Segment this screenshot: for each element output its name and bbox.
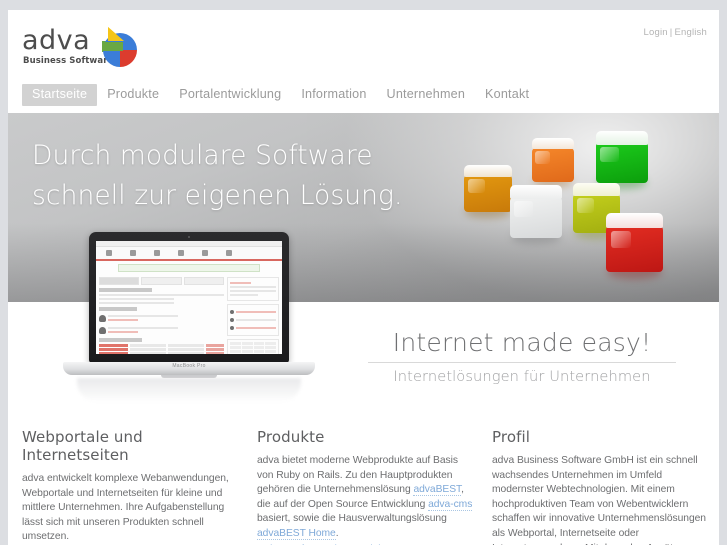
cube-orange — [532, 138, 574, 188]
cube-red — [606, 213, 663, 280]
column-body: adva bietet moderne Webprodukte auf Basi… — [257, 454, 475, 545]
cube-green — [596, 131, 648, 190]
nav-item-unternehmen[interactable]: Unternehmen — [377, 84, 476, 106]
login-link[interactable]: Login — [644, 27, 668, 38]
tagline-subtitle: Internetlösungen für Unternehmen — [393, 368, 651, 385]
tagline-block: Internet made easy! Internetlösungen für… — [368, 328, 676, 385]
screenshot-member-row — [99, 325, 224, 335]
utility-nav: Login | English — [644, 27, 707, 38]
logo-wordmark: adva — [22, 25, 91, 56]
column-body-text: basiert, sowie die Hausverwaltungslösung — [257, 513, 447, 525]
column-heading: Produkte — [257, 428, 325, 446]
tagline-divider — [368, 362, 676, 363]
screenshot-sidebar — [227, 277, 279, 354]
nav-item-produkte[interactable]: Produkte — [97, 84, 169, 106]
nav-item-kontakt[interactable]: Kontakt — [475, 84, 539, 106]
laptop-mockup: MacBook Pro — [63, 232, 315, 404]
column-heading: Webportale und Internetseiten — [22, 428, 143, 464]
column-body-text: adva entwickelt komplexe Webanwendungen,… — [22, 473, 229, 543]
screenshot-invoice-table — [99, 344, 224, 354]
column-profil: Profil adva Business Software GmbH ist e… — [492, 428, 710, 545]
nav-item-startseite[interactable]: Startseite — [22, 84, 98, 106]
cube-amber — [464, 165, 512, 218]
cube-clear — [510, 185, 562, 245]
laptop-reflection — [77, 378, 301, 402]
column-body: adva entwickelt komplexe Webanwendungen,… — [22, 472, 240, 545]
column-heading: Profil — [492, 428, 531, 446]
feature-columns: Webportale und Internetseiten adva entwi… — [22, 428, 712, 545]
column-produkte: Produkte adva bietet moderne Webprodukte… — [257, 428, 475, 545]
laptop-camera-icon — [188, 236, 190, 238]
column-body: adva Business Software GmbH ist ein schn… — [492, 455, 706, 545]
hero-headline: Durch modulare Software schnell zur eige… — [32, 136, 403, 216]
glass-cubes-illustration — [448, 119, 719, 302]
column-webportale: Webportale und Internetseiten adva entwi… — [22, 428, 240, 545]
site-logo[interactable]: adva Business Software — [22, 23, 142, 73]
main-navigation: Startseite Produkte Portalentwicklung Infor… — [22, 84, 539, 106]
screenshot-price-grid — [227, 339, 279, 354]
screenshot-toolbar — [96, 247, 282, 261]
page-container: adva Business Software Login | English Sta… — [8, 10, 719, 545]
inline-link-advabest-home[interactable]: advaBEST Home — [257, 527, 336, 540]
inline-link-advabest[interactable]: advaBEST — [413, 484, 461, 497]
hero-headline-line-2: schnell zur eigenen Lösung. — [32, 180, 403, 211]
nav-item-portalentwicklung[interactable]: Portalentwicklung — [169, 84, 291, 106]
hero-headline-line-1: Durch modulare Software — [32, 140, 373, 171]
screenshot-tabs — [99, 277, 224, 285]
tagline-headline: Internet made easy! — [392, 328, 652, 357]
inline-link-adva-cms[interactable]: adva-cms — [428, 498, 472, 511]
screenshot-member-row — [99, 313, 224, 323]
laptop-lid — [89, 232, 289, 363]
laptop-brand-label: MacBook Pro — [172, 363, 206, 369]
site-header: adva Business Software Login | English Sta… — [8, 10, 719, 106]
screenshot-flash-message — [118, 264, 260, 272]
screenshot-main-column — [99, 277, 224, 354]
column-body-text: . — [335, 527, 339, 539]
language-link[interactable]: English — [674, 27, 707, 38]
laptop-screen-content — [96, 241, 282, 354]
nav-item-information[interactable]: Information — [291, 84, 376, 106]
adva-quadrant-circle-logo-icon — [102, 27, 137, 67]
screenshot-body — [96, 275, 282, 354]
